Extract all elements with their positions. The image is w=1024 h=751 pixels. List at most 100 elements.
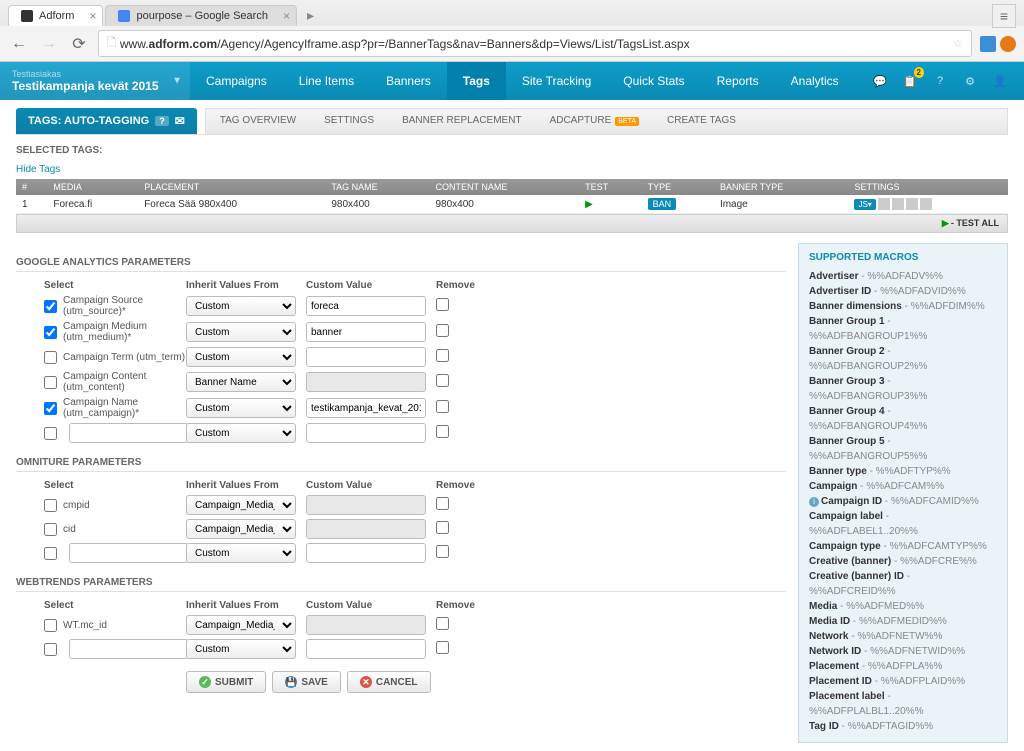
remove-checkbox[interactable] — [436, 400, 449, 413]
extension-icon[interactable] — [980, 36, 996, 52]
play-icon[interactable]: ▶ — [585, 199, 593, 210]
macro-row[interactable]: Banner Group 4 - %%ADFBANGROUP4%% — [809, 404, 997, 434]
param-name-input[interactable] — [69, 423, 189, 443]
remove-checkbox[interactable] — [436, 349, 449, 362]
custom-value-input[interactable] — [306, 322, 426, 342]
macro-row[interactable]: Campaign - %%ADFCAM%% — [809, 479, 997, 494]
inherit-select[interactable]: Campaign_Media_Bann — [186, 495, 296, 515]
param-checkbox[interactable] — [44, 351, 57, 364]
help-badge[interactable]: ? — [155, 116, 169, 126]
custom-value-input[interactable] — [306, 639, 426, 659]
th-banner-type[interactable]: BANNER TYPE — [714, 179, 849, 195]
inherit-select[interactable]: Custom — [186, 398, 296, 418]
remove-checkbox[interactable] — [436, 641, 449, 654]
chrome-menu-button[interactable]: ≡ — [992, 4, 1016, 28]
th-index[interactable]: # — [16, 179, 47, 195]
remove-checkbox[interactable] — [436, 545, 449, 558]
inherit-select[interactable]: Custom — [186, 347, 296, 367]
nav-line-items[interactable]: Line Items — [283, 62, 370, 100]
cell-test[interactable]: ▶ — [579, 195, 642, 214]
cancel-button[interactable]: ✕CANCEL — [347, 671, 431, 693]
reload-button[interactable]: ⟳ — [68, 33, 90, 55]
th-placement[interactable]: PLACEMENT — [138, 179, 325, 195]
nav-quick-stats[interactable]: Quick Stats — [607, 62, 700, 100]
macro-row[interactable]: Banner Group 3 - %%ADFBANGROUP3%% — [809, 374, 997, 404]
inherit-select[interactable]: Banner Name — [186, 372, 296, 392]
th-test[interactable]: TEST — [579, 179, 642, 195]
custom-value-input[interactable] — [306, 543, 426, 563]
save-button[interactable]: 💾SAVE — [272, 671, 341, 693]
sub-tab-adcapture[interactable]: ADCAPTURE — [536, 109, 653, 134]
nav-campaigns[interactable]: Campaigns — [190, 62, 283, 100]
macro-row[interactable]: Banner Group 2 - %%ADFBANGROUP2%% — [809, 344, 997, 374]
mail-icon[interactable]: ✉ — [175, 114, 185, 128]
macro-row[interactable]: Tag ID - %%ADFTAGID%% — [809, 719, 997, 734]
macro-row[interactable]: Creative (banner) ID - %%ADFCREID%% — [809, 569, 997, 599]
clipboard-icon[interactable]: 📋2 — [900, 71, 920, 91]
macro-row[interactable]: Advertiser ID - %%ADFADVID%% — [809, 284, 997, 299]
macro-row[interactable]: Campaign type - %%ADFCAMTYP%% — [809, 539, 997, 554]
nav-reports[interactable]: Reports — [701, 62, 775, 100]
extension-icon[interactable] — [1000, 36, 1016, 52]
user-profile-icon[interactable]: 👤 — [990, 71, 1010, 91]
remove-checkbox[interactable] — [436, 425, 449, 438]
custom-value-input[interactable] — [306, 423, 426, 443]
new-tab-button[interactable]: ▸ — [299, 5, 322, 26]
custom-value-input[interactable] — [306, 296, 426, 316]
th-type[interactable]: TYPE — [642, 179, 714, 195]
macro-row[interactable]: Campaign label - %%ADFLABEL1..20%% — [809, 509, 997, 539]
remove-checkbox[interactable] — [436, 374, 449, 387]
macro-row[interactable]: Placement - %%ADFPLA%% — [809, 659, 997, 674]
nav-analytics[interactable]: Analytics — [775, 62, 855, 100]
close-icon[interactable]: × — [89, 9, 96, 23]
param-checkbox[interactable] — [44, 376, 57, 389]
param-checkbox[interactable] — [44, 619, 57, 632]
browser-tab-adform[interactable]: Adform × — [8, 5, 103, 26]
remove-checkbox[interactable] — [436, 497, 449, 510]
inherit-select[interactable]: Campaign_Media_Bann — [186, 615, 296, 635]
inherit-select[interactable]: Campaign_Media_Bann — [186, 519, 296, 539]
browser-tab-google[interactable]: pourpose – Google Search × — [105, 5, 296, 26]
campaign-selector[interactable]: Testiasiakas Testikampanja kevät 2015 ▼ — [0, 62, 190, 100]
custom-value-input[interactable] — [306, 347, 426, 367]
param-checkbox[interactable] — [44, 326, 57, 339]
param-name-input[interactable] — [69, 639, 189, 659]
test-all-row[interactable]: ▶- TEST ALL — [16, 214, 1008, 233]
sub-tab-banner-replacement[interactable]: BANNER REPLACEMENT — [388, 109, 535, 134]
param-checkbox[interactable] — [44, 643, 57, 656]
param-checkbox[interactable] — [44, 402, 57, 415]
param-checkbox[interactable] — [44, 300, 57, 313]
submit-button[interactable]: ✓SUBMIT — [186, 671, 266, 693]
back-button[interactable]: ← — [8, 33, 30, 55]
js-badge[interactable]: JS▾ — [854, 199, 875, 210]
macro-row[interactable]: Media - %%ADFMED%% — [809, 599, 997, 614]
setting-icon[interactable] — [920, 198, 932, 210]
th-content-name[interactable]: CONTENT NAME — [429, 179, 579, 195]
remove-checkbox[interactable] — [436, 617, 449, 630]
macro-row[interactable]: Banner dimensions - %%ADFDIM%% — [809, 299, 997, 314]
macro-row[interactable]: Network ID - %%ADFNETWID%% — [809, 644, 997, 659]
th-tag-name[interactable]: TAG NAME — [325, 179, 429, 195]
inherit-select[interactable]: Custom — [186, 296, 296, 316]
nav-tags[interactable]: Tags — [447, 62, 506, 100]
macro-row[interactable]: iCampaign ID - %%ADFCAMID%% — [809, 494, 997, 509]
chat-icon[interactable]: 💬 — [870, 71, 890, 91]
macro-row[interactable]: Placement ID - %%ADFPLAID%% — [809, 674, 997, 689]
sub-tab-tag-overview[interactable]: TAG OVERVIEW — [206, 109, 310, 134]
macro-row[interactable]: Banner type - %%ADFTYP%% — [809, 464, 997, 479]
macro-row[interactable]: Banner Group 5 - %%ADFBANGROUP5%% — [809, 434, 997, 464]
macro-row[interactable]: Media ID - %%ADFMEDID%% — [809, 614, 997, 629]
custom-value-input[interactable] — [306, 398, 426, 418]
inherit-select[interactable]: Custom — [186, 423, 296, 443]
setting-icon[interactable] — [892, 198, 904, 210]
param-checkbox[interactable] — [44, 499, 57, 512]
param-checkbox[interactable] — [44, 427, 57, 440]
inherit-select[interactable]: Custom — [186, 543, 296, 563]
inherit-select[interactable]: Custom — [186, 639, 296, 659]
th-media[interactable]: MEDIA — [47, 179, 138, 195]
remove-checkbox[interactable] — [436, 324, 449, 337]
inherit-select[interactable]: Custom — [186, 322, 296, 342]
forward-button[interactable]: → — [38, 33, 60, 55]
setting-icon[interactable] — [906, 198, 918, 210]
sub-tab-auto-tagging[interactable]: TAGS: AUTO-TAGGING ? ✉ — [16, 108, 197, 134]
